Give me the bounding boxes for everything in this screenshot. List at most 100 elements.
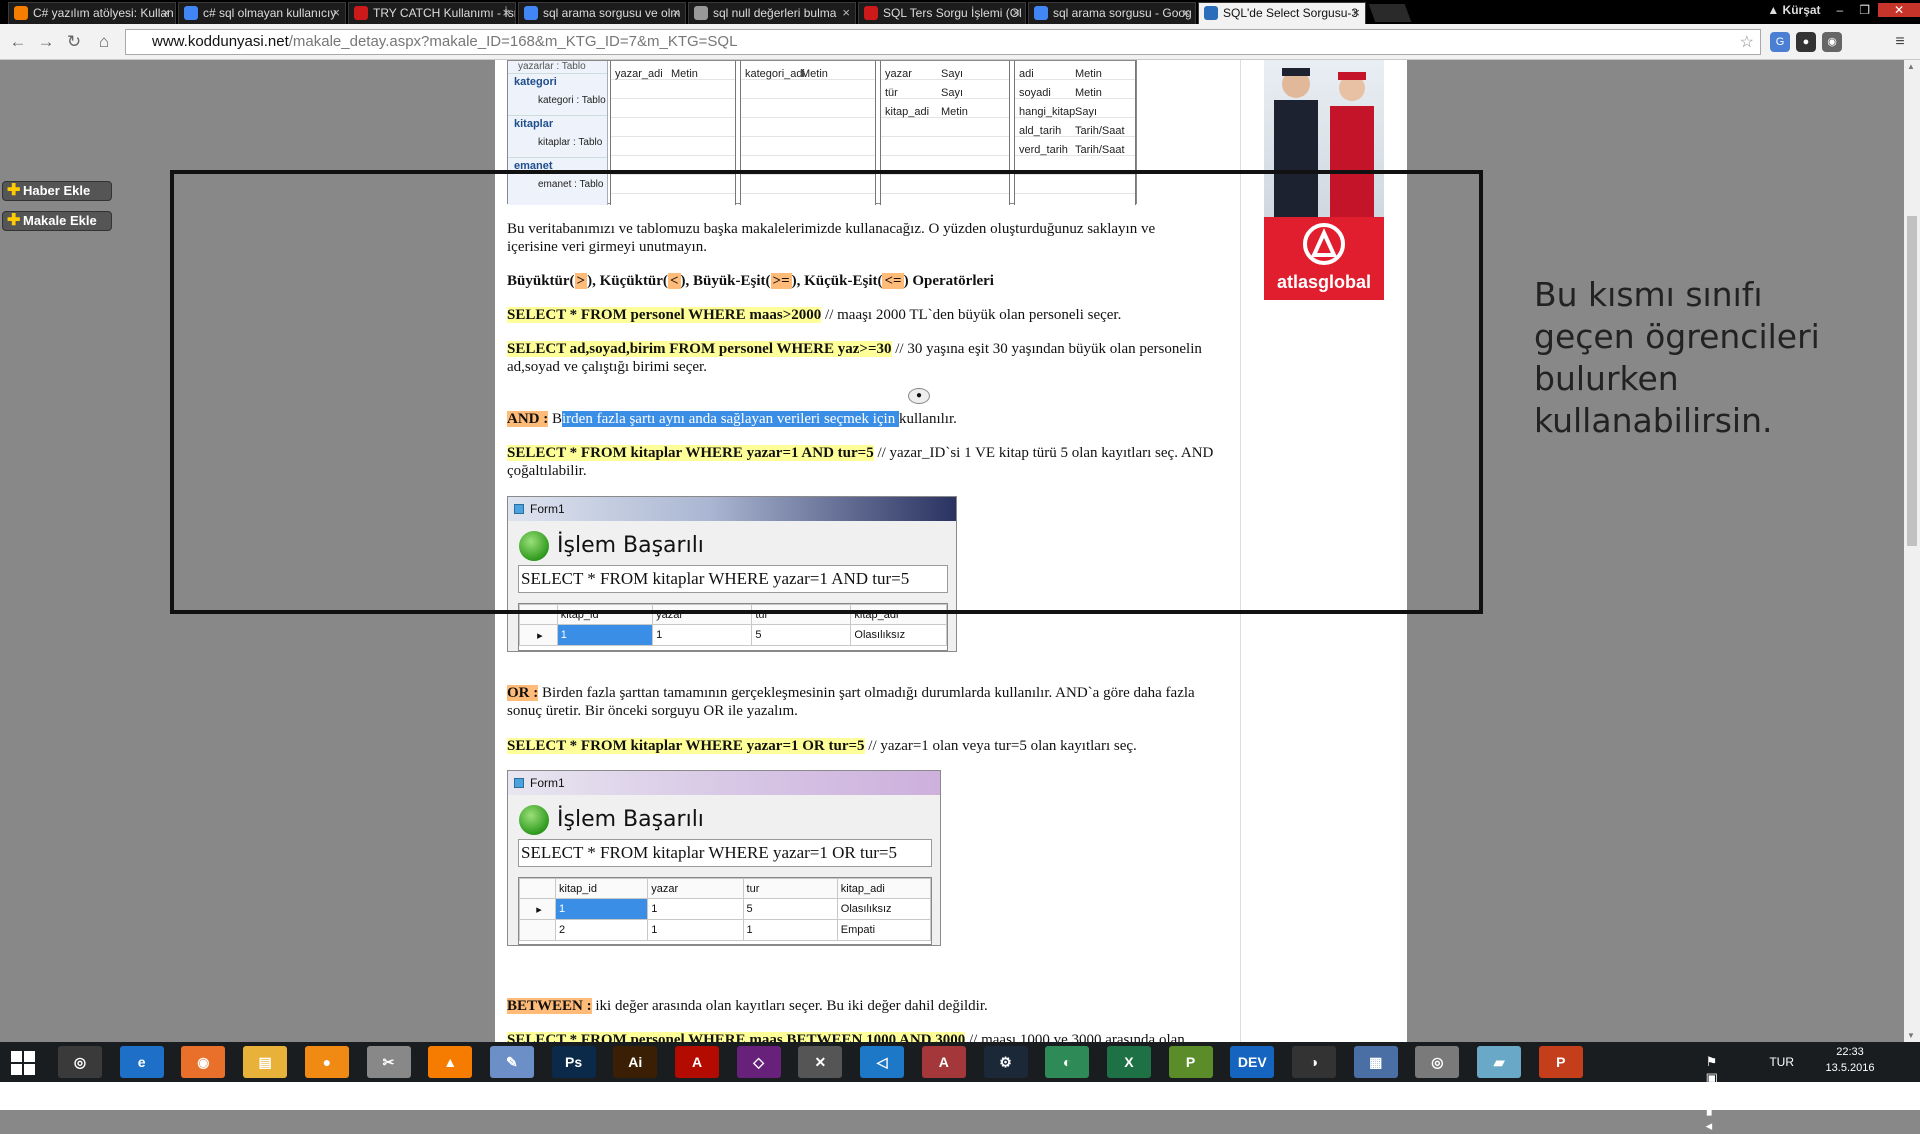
clock-date[interactable]: 13.5.2016	[1820, 1062, 1880, 1074]
new-tab-button[interactable]	[1368, 4, 1412, 22]
address-bar[interactable]: www.koddunyasi.net/makale_detay.aspx?mak…	[125, 29, 1761, 55]
grid-column-header[interactable]: kitap_adi	[836, 878, 931, 899]
form2-datagrid[interactable]: kitap_id yazar tur kitap_adi ▸ 1 1 5 Olasılıksız…	[518, 877, 932, 945]
tab-close-icon[interactable]: ×	[502, 3, 510, 23]
grid-row[interactable]: ▸ 1 1 5 Olasılıksız	[519, 898, 931, 920]
photoshop-icon[interactable]: Ps	[551, 1046, 596, 1078]
bookmark-star-icon[interactable]: ☆	[1740, 31, 1754, 55]
close-window-button[interactable]: ✕	[1878, 3, 1920, 17]
tools-icon[interactable]: ✕	[798, 1046, 843, 1078]
form2-sql-input[interactable]: SELECT * FROM kitaplar WHERE yazar=1 OR …	[518, 839, 932, 867]
grid-cell[interactable]: 5	[751, 624, 852, 646]
grid-cell[interactable]: 1	[556, 624, 654, 646]
browser-tab[interactable]: TRY CATCH Kullanımı - İsr ×	[348, 2, 516, 24]
reload-icon[interactable]: ↻	[62, 30, 86, 54]
tab-close-icon[interactable]: ×	[1352, 3, 1360, 23]
disc-icon[interactable]: ◎	[1415, 1046, 1460, 1078]
grid-cell[interactable]: 1	[742, 919, 838, 941]
grid-cell[interactable]: 5	[742, 898, 838, 920]
row-selector-icon[interactable]: ▸	[519, 624, 558, 646]
browser-tab[interactable]: sql arama sorgusu - Goog ×	[1028, 2, 1196, 24]
snipping-icon[interactable]: ✂	[366, 1046, 411, 1078]
or-text: Birden fazla şarttan tamamının gerçekleş…	[507, 685, 1195, 719]
vscode-icon[interactable]: ◁	[860, 1046, 905, 1078]
browser-tab[interactable]: c# sql olmayan kullanıcıy ×	[178, 2, 346, 24]
tab-favicon-icon	[184, 6, 198, 20]
ie-icon[interactable]: e	[119, 1046, 164, 1078]
app-dark-icon[interactable]: ◑	[1292, 1046, 1336, 1078]
grid-cell[interactable]: 1	[647, 919, 744, 941]
clock-time[interactable]: 22:33	[1820, 1046, 1880, 1058]
grid-cell[interactable]: 2	[555, 919, 649, 941]
minimize-button[interactable]: –	[1829, 3, 1852, 17]
grid-column-header[interactable]: yazar	[647, 878, 744, 899]
nav-group-header[interactable]: kategori	[508, 73, 607, 89]
chat-extension-icon[interactable]: ●	[1796, 32, 1816, 52]
haber-ekle-button[interactable]: ✚ Haber Ekle	[2, 181, 112, 201]
grid-cell[interactable]: 1	[555, 898, 649, 920]
steam-icon[interactable]: ⚙	[983, 1046, 1028, 1078]
illustrator-icon[interactable]: Ai	[613, 1046, 658, 1078]
notes-icon[interactable]: ▰	[1477, 1046, 1522, 1078]
powerpoint-icon[interactable]: P	[1538, 1046, 1583, 1078]
tab-close-icon[interactable]: ×	[672, 3, 680, 23]
annotation-note: Bu kısmı sınıfı geçen ögrencileri bulurk…	[1534, 275, 1820, 440]
tab-close-icon[interactable]: ×	[1012, 3, 1020, 23]
input-language[interactable]: TUR	[1769, 1055, 1794, 1069]
tab-close-icon[interactable]: ×	[1182, 3, 1190, 23]
grid-cell[interactable]: 1	[647, 898, 744, 920]
field-row: yazar_adi Metin	[615, 65, 739, 83]
makale-ekle-button[interactable]: ✚ Makale Ekle	[2, 211, 112, 231]
tab-favicon-icon	[14, 6, 28, 20]
calculator-icon[interactable]: ▦	[1353, 1046, 1398, 1078]
grid-cell[interactable]: Olasılıksız	[836, 898, 931, 920]
forward-icon[interactable]: →	[34, 30, 58, 54]
acrobat-icon[interactable]: A	[675, 1046, 719, 1078]
row-selector-icon[interactable]: ▸	[519, 898, 557, 920]
browser-tab[interactable]: SQL Ters Sorgu İşlemi (Ol ×	[858, 2, 1026, 24]
home-icon[interactable]: ⌂	[92, 30, 116, 54]
grid-cell[interactable]: Empati	[836, 919, 931, 941]
restore-button[interactable]: ❐	[1851, 3, 1878, 17]
nav-group-header[interactable]: kitaplar	[508, 115, 607, 131]
menu-icon[interactable]: ≡	[1890, 32, 1910, 52]
browser-tab[interactable]: sql arama sorgusu ve olm ×	[518, 2, 686, 24]
between-text: iki değer arasında olan kayıtları seçer.…	[591, 998, 988, 1014]
grid-cell[interactable]: 1	[652, 624, 753, 646]
scrollbar-thumb[interactable]	[1907, 216, 1917, 546]
explorer-icon[interactable]: ▤	[243, 1046, 288, 1078]
nav-table-item[interactable]: kategori : Tablo	[508, 89, 607, 115]
start-button[interactable]	[10, 1050, 36, 1076]
network-icon[interactable]: ◐	[1045, 1046, 1090, 1078]
tab-close-icon[interactable]: ×	[842, 3, 850, 23]
access-icon[interactable]: A	[921, 1046, 966, 1078]
back-icon[interactable]: ←	[6, 30, 30, 54]
vlc-icon[interactable]: ▲	[428, 1046, 473, 1078]
devcpp-icon[interactable]: DEV	[1230, 1046, 1275, 1078]
firefox-icon[interactable]: ◉	[181, 1046, 226, 1078]
grid-column-header[interactable]: kitap_id	[555, 878, 649, 899]
grid-row[interactable]: 2 1 1 Empati	[519, 919, 931, 941]
grid-row[interactable]: ▸ 1 1 5 Olasılıksız	[519, 624, 947, 646]
tab-close-icon[interactable]: ×	[162, 3, 170, 23]
chrome-icon[interactable]: ◎	[58, 1046, 102, 1078]
grid-column-header[interactable]: tur	[742, 878, 838, 899]
browser-tab[interactable]: sql null değerleri bulma ×	[688, 2, 856, 24]
visual-studio-icon[interactable]: ◇	[736, 1046, 781, 1078]
paint-icon[interactable]: ✎	[489, 1046, 534, 1078]
vertical-scrollbar[interactable]: ▲ ▼	[1904, 60, 1920, 1042]
excel-icon[interactable]: X	[1106, 1046, 1151, 1078]
nav-table-item[interactable]: kitaplar : Tablo	[508, 131, 607, 157]
browser-tab[interactable]: SQL'de Select Sorgusu-3 ×	[1198, 2, 1366, 24]
scroll-up-icon[interactable]: ▲	[1907, 62, 1915, 71]
grid-cell[interactable]: Olasılıksız	[850, 624, 947, 646]
app-orange-icon[interactable]: ●	[304, 1046, 349, 1078]
scroll-down-icon[interactable]: ▼	[1907, 1031, 1915, 1040]
user-badge[interactable]: ▲ Kürşat	[1759, 3, 1828, 17]
translate-icon[interactable]: G	[1770, 32, 1790, 52]
project-icon[interactable]: P	[1168, 1046, 1213, 1078]
extension-icon[interactable]: ◉	[1822, 32, 1842, 52]
tab-close-icon[interactable]: ×	[332, 3, 340, 23]
browser-tab[interactable]: C# yazılım atölyesi: Kullan ×	[8, 2, 176, 24]
row-selector-icon[interactable]	[519, 919, 557, 941]
